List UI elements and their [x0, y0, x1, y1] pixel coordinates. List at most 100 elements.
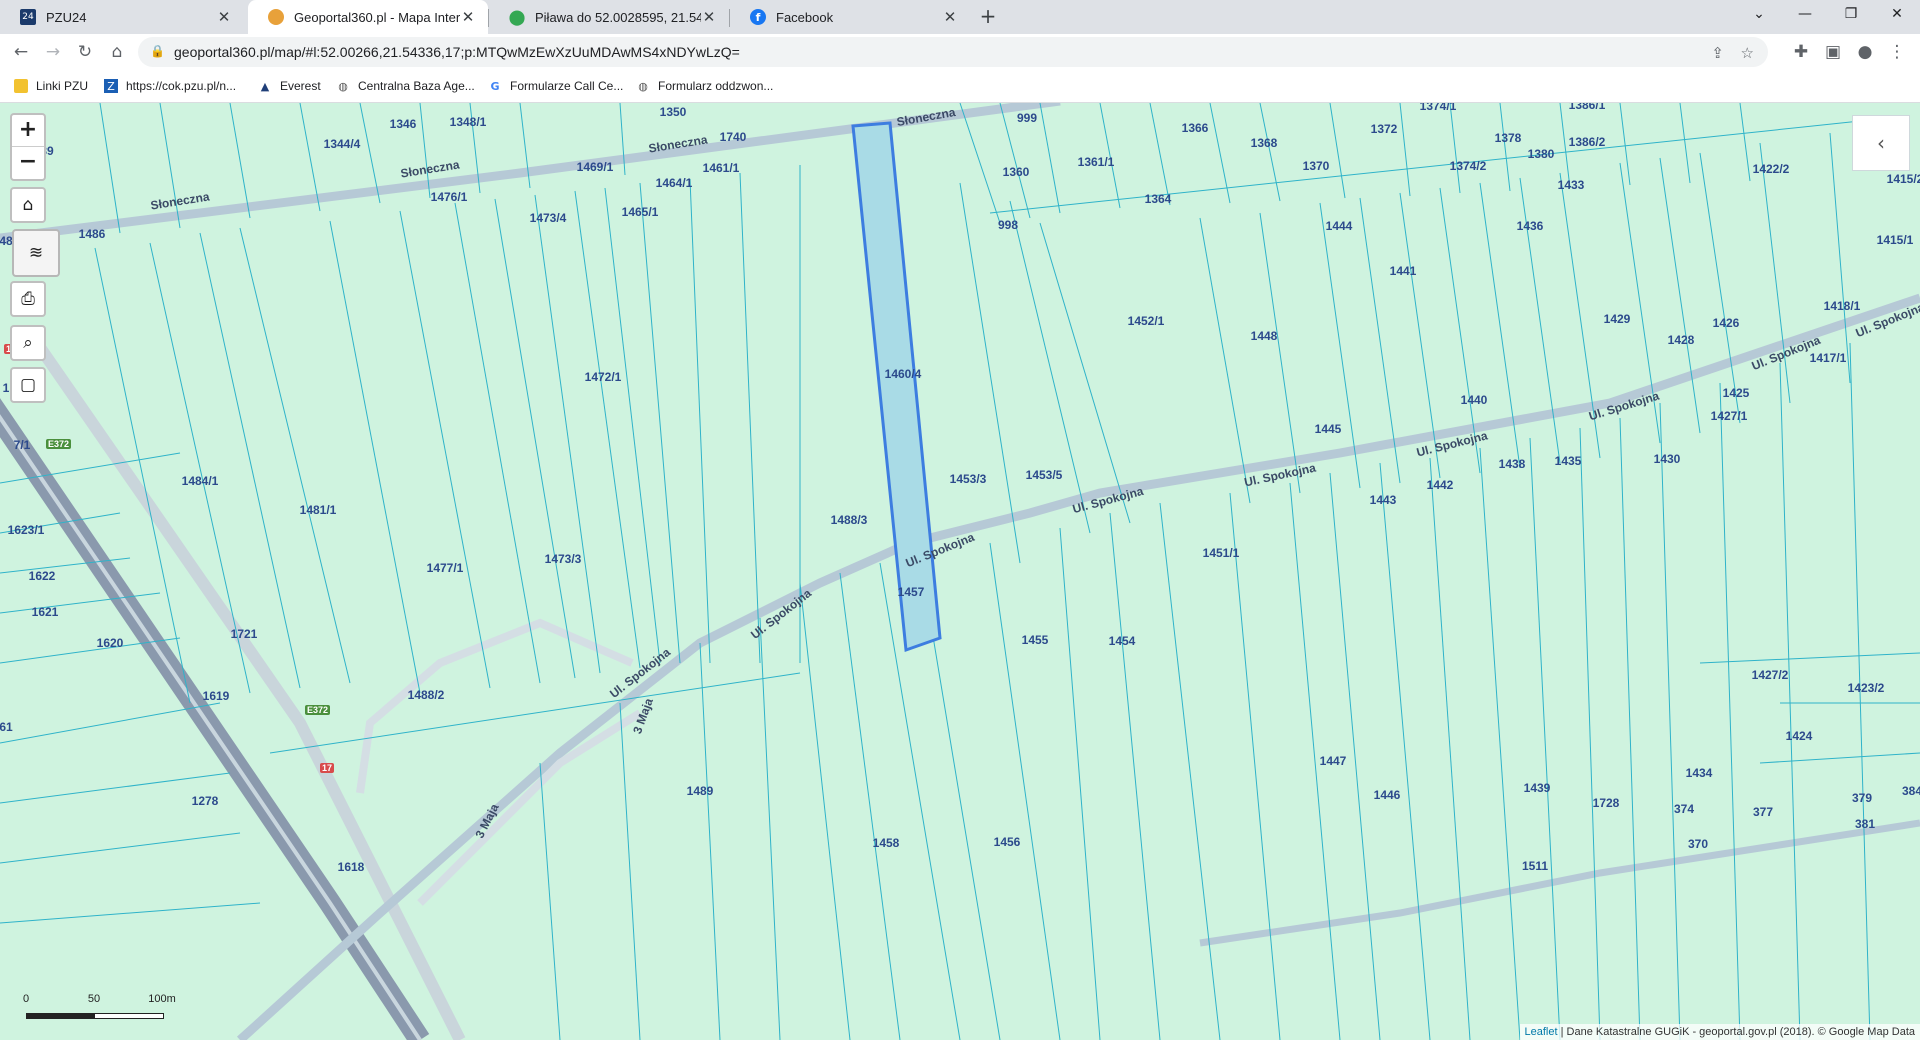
- parcel-label: 1380: [1527, 147, 1555, 161]
- parcel-boundary: [0, 702, 221, 744]
- parcel-label: 1361/1: [1077, 155, 1115, 169]
- bookmark-star-icon[interactable]: ☆: [1741, 44, 1754, 62]
- parcel-boundary: [1319, 202, 1361, 489]
- parcel-boundary: [689, 178, 711, 664]
- parcel-label: 1386/2: [1568, 135, 1606, 149]
- forward-icon[interactable]: →: [40, 39, 66, 65]
- parcel-boundary: [1619, 417, 1641, 1040]
- parcel-boundary: [199, 232, 301, 689]
- address-url: geoportal360.pl/map/#l:52.00266,21.54336…: [174, 44, 740, 60]
- layers-button[interactable]: ≋: [12, 229, 60, 277]
- bookmark-label: Formularz oddzwon...: [658, 79, 774, 93]
- menu-icon[interactable]: ⋮: [1884, 39, 1910, 65]
- bookmark-label: https://cok.pzu.pl/n...: [126, 79, 237, 93]
- parcel-boundary: [1259, 103, 1281, 202]
- parcel-label: 1452/1: [1127, 314, 1165, 328]
- back-icon[interactable]: ←: [8, 39, 34, 65]
- attribution-text: | Dane Katastralne GUGiK - geoportal.gov…: [1557, 1026, 1915, 1038]
- close-icon[interactable]: ✕: [942, 8, 958, 26]
- parcel-label: 1447: [1319, 754, 1347, 768]
- parcel-boundary: [1759, 752, 1920, 764]
- bookmark-formularze[interactable]: G Formularze Call Ce...: [488, 76, 623, 96]
- zoom-out-button[interactable]: −: [12, 146, 44, 178]
- tab-facebook[interactable]: f Facebook ✕: [730, 0, 970, 34]
- tab-geoportal[interactable]: Geoportal360.pl - Mapa Interakt ✕: [248, 0, 488, 34]
- parcel-boundary: [959, 182, 1021, 564]
- parcel-boundary: [699, 642, 721, 1040]
- parcel-label: 1619: [202, 689, 230, 703]
- parcel-label: 1439: [1523, 781, 1551, 795]
- parcel-boundary: [1739, 103, 1751, 182]
- parcel-boundary: [759, 617, 781, 1040]
- tab-search-icon[interactable]: ⌄: [1736, 0, 1782, 30]
- bookmark-centralna-baza[interactable]: ◍ Centralna Baza Age...: [336, 76, 475, 96]
- parcel-label: 1427/2: [1751, 668, 1789, 682]
- parcel-label: 370: [1687, 837, 1709, 851]
- tab-strip: 24 PZU24 ✕ Geoportal360.pl - Mapa Intera…: [0, 0, 1920, 34]
- zoom-in-button[interactable]: +: [12, 115, 44, 146]
- parcel-label: 1444: [1325, 219, 1353, 233]
- search-button[interactable]: ⌕: [10, 325, 46, 361]
- bookmark-linki-pzu[interactable]: Linki PZU: [14, 76, 88, 96]
- tab-maps[interactable]: ⬤ Piława do 52.0028595, 21.54487 ✕: [489, 0, 729, 34]
- bookmark-everest[interactable]: ▲ Everest: [258, 76, 321, 96]
- facebook-favicon: f: [750, 9, 766, 25]
- home-icon[interactable]: ⌂: [104, 39, 130, 65]
- parcel-label: 1488/3: [830, 513, 868, 527]
- close-window-button[interactable]: ✕: [1874, 0, 1920, 30]
- minimize-button[interactable]: —: [1782, 0, 1828, 30]
- parcel-label: 1348/1: [449, 115, 487, 129]
- parcel-label: 1464/1: [655, 176, 693, 190]
- parcel-label: 1440: [1460, 393, 1488, 407]
- close-icon[interactable]: ✕: [460, 8, 476, 26]
- new-tab-button[interactable]: +: [976, 5, 1000, 29]
- side-panel-icon[interactable]: ▣: [1820, 39, 1846, 65]
- folder-icon: [14, 79, 28, 93]
- bookmark-cok-pzu[interactable]: Z https://cok.pzu.pl/n...: [104, 76, 236, 96]
- geoportal-favicon: [268, 9, 284, 25]
- address-bar[interactable]: 🔒 geoportal360.pl/map/#l:52.00266,21.543…: [138, 37, 1768, 67]
- measure-button[interactable]: ▢: [10, 367, 46, 403]
- parcel-label: 1476/1: [430, 190, 468, 204]
- bookmark-label: Everest: [280, 79, 321, 93]
- scale-label: 50: [87, 993, 101, 1005]
- road-number-sign: E372: [305, 705, 331, 715]
- close-icon[interactable]: ✕: [216, 8, 232, 26]
- home-view-button[interactable]: ⌂: [10, 187, 46, 223]
- tab-pzu24[interactable]: 24 PZU24 ✕: [0, 0, 244, 34]
- restore-button[interactable]: ❐: [1828, 0, 1874, 30]
- parcel-boundary: [1679, 103, 1691, 184]
- parcel-boundaries: [0, 103, 1920, 1040]
- parcel-label: 1620: [96, 636, 124, 650]
- profile-avatar-icon[interactable]: ●: [1852, 39, 1878, 65]
- close-icon[interactable]: ✕: [701, 8, 717, 26]
- parcel-boundary: [1429, 457, 1471, 1040]
- parcel-boundary: [1479, 447, 1521, 1040]
- parcel-label: 1435: [1554, 454, 1582, 468]
- parcel-boundary: [0, 832, 241, 864]
- bookmark-formularz-oddzwon[interactable]: ◍ Formularz oddzwon...: [636, 76, 773, 96]
- map-view[interactable]: 1346 1348/1 1350 1344/4 1740 999 1366 1368 1372 1…: [0, 103, 1920, 1040]
- lock-icon: 🔒: [150, 44, 165, 58]
- parcel-label: 1372: [1370, 122, 1398, 136]
- highlighted-parcel[interactable]: [851, 121, 942, 653]
- parcel-label: 1448: [1250, 329, 1278, 343]
- extensions-icon[interactable]: ✚: [1788, 39, 1814, 65]
- print-button[interactable]: ⎙: [10, 281, 46, 317]
- parcel-boundary: [1659, 402, 1681, 1040]
- parcel-label: 384: [1901, 784, 1920, 798]
- sidebar-toggle-button[interactable]: ‹: [1852, 115, 1910, 171]
- parcel-label: 1360: [1002, 165, 1030, 179]
- parcel-label: 1436: [1516, 219, 1544, 233]
- share-icon[interactable]: ⇪: [1711, 44, 1724, 62]
- parcel-label: 1344/4: [323, 137, 361, 151]
- reload-icon[interactable]: ↻: [72, 39, 98, 65]
- leaflet-link[interactable]: Leaflet: [1525, 1026, 1558, 1038]
- everest-icon: ▲: [260, 79, 270, 93]
- parcel-boundary: [329, 220, 421, 694]
- parcel-label: 1426: [1712, 316, 1740, 330]
- parcel-label: 1422/2: [1752, 162, 1790, 176]
- parcel-boundary: [1699, 152, 1741, 424]
- bookmark-label: Linki PZU: [36, 79, 89, 93]
- parcel-boundary: [1359, 197, 1401, 484]
